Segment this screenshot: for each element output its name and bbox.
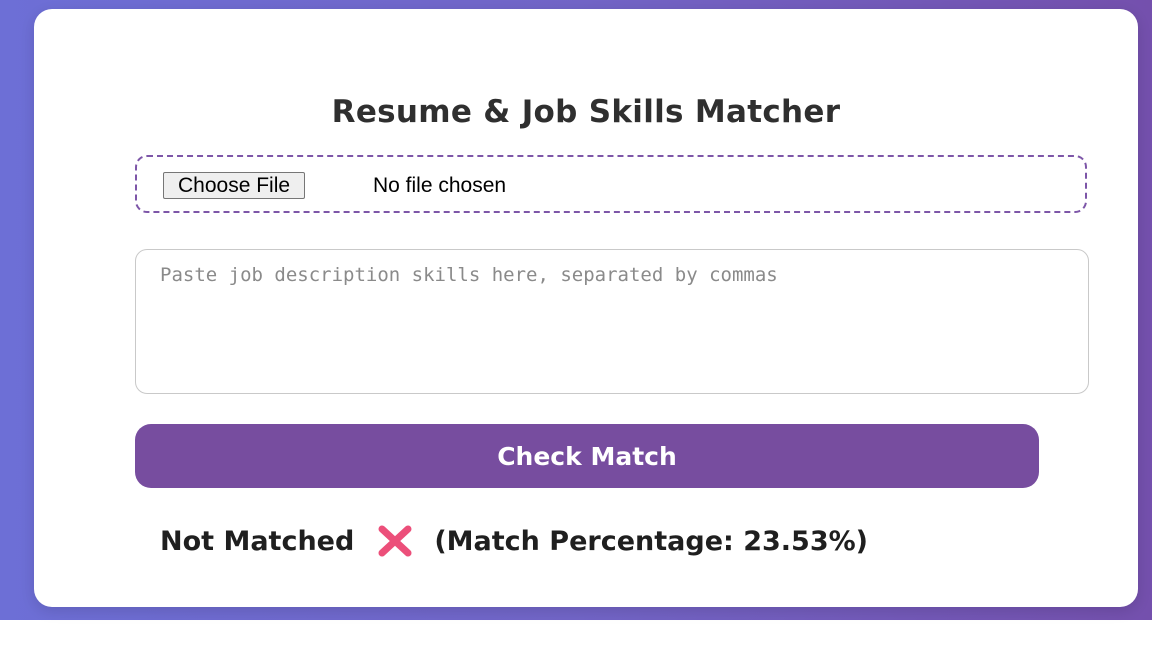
check-match-button[interactable]: Check Match [135,424,1039,488]
match-result: Not Matched (Match Percentage: 23.53%) [160,524,868,558]
choose-file-button[interactable]: Choose File [163,172,306,199]
resume-upload-area[interactable]: Choose File No file chosen [135,155,1087,213]
file-status-text: No file chosen [373,174,507,197]
matcher-card: Resume & Job Skills Matcher Choose File … [34,9,1138,607]
match-status-text: Not Matched [160,525,355,557]
match-percentage-text: (Match Percentage: 23.53%) [434,525,869,557]
cross-mark-icon [378,525,412,557]
page-title: Resume & Job Skills Matcher [331,94,841,130]
job-skills-textarea[interactable] [135,249,1089,394]
